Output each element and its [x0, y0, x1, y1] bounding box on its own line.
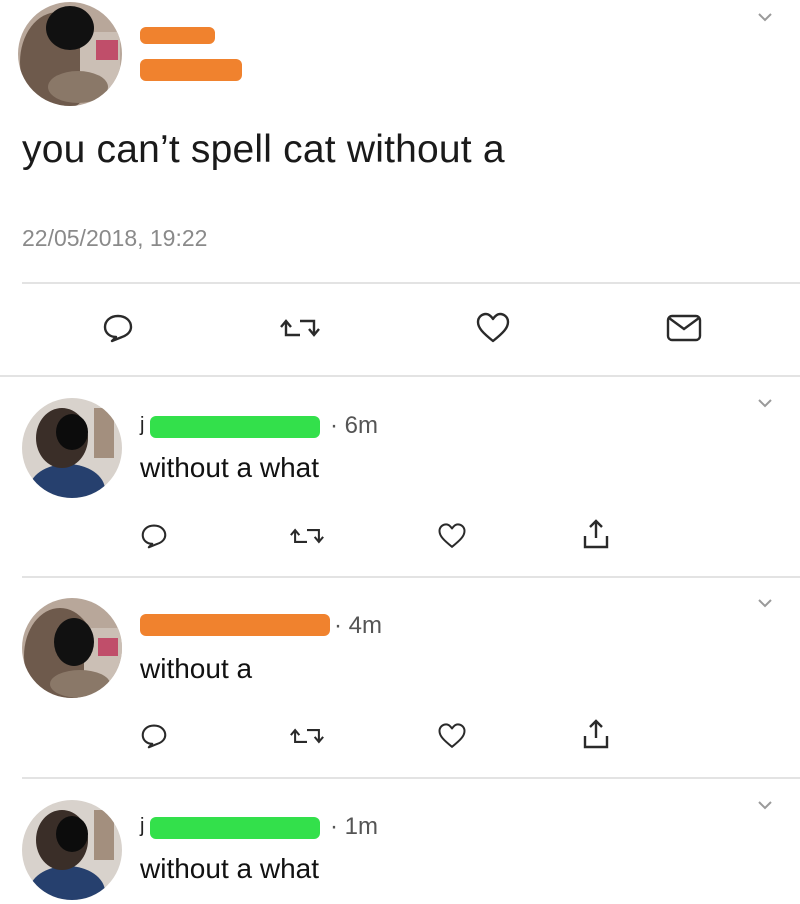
- retweet-icon: [280, 319, 320, 337]
- avatar[interactable]: [18, 2, 122, 106]
- chevron-down-icon[interactable]: [758, 396, 772, 410]
- tweet-timestamp: 22/05/2018, 19:22: [22, 225, 208, 251]
- like-icon: [476, 312, 510, 343]
- redacted-username: [140, 614, 330, 636]
- share-icon: [583, 719, 609, 749]
- like-button[interactable]: [473, 308, 513, 348]
- avatar[interactable]: [22, 398, 122, 498]
- chevron-down-icon[interactable]: [758, 10, 772, 24]
- divider: [0, 375, 800, 377]
- redacted-name: [140, 27, 215, 44]
- retweet-button[interactable]: [287, 516, 327, 556]
- chevron-down-icon[interactable]: [758, 596, 772, 610]
- dm-icon: [666, 314, 702, 342]
- retweet-icon: [290, 528, 324, 544]
- like-button[interactable]: [432, 516, 472, 556]
- tweet-text: you can’t spell cat without a: [22, 128, 505, 171]
- retweet-icon: [290, 728, 324, 744]
- reply-icon: [141, 524, 167, 549]
- reply-icon: [141, 724, 167, 749]
- avatar[interactable]: [22, 800, 122, 900]
- like-icon: [438, 523, 466, 548]
- chevron-down-icon[interactable]: [758, 798, 772, 812]
- retweet-button[interactable]: [287, 716, 327, 756]
- retweet-button[interactable]: [280, 308, 320, 348]
- redacted-username: [150, 817, 320, 839]
- share-icon: [583, 519, 609, 549]
- reply-icon: [103, 314, 133, 343]
- divider: [22, 576, 800, 578]
- reply-text: without a what: [140, 853, 319, 884]
- share-button[interactable]: [576, 714, 616, 754]
- direct-message-button[interactable]: [664, 308, 704, 348]
- divider: [22, 777, 800, 779]
- avatar[interactable]: [22, 598, 122, 698]
- reply-time: · 1m: [330, 813, 378, 840]
- like-button[interactable]: [432, 716, 472, 756]
- redacted-handle: [140, 59, 242, 81]
- like-icon: [438, 723, 466, 748]
- share-button[interactable]: [576, 514, 616, 554]
- reply-button[interactable]: [98, 308, 138, 348]
- reply-time: · 4m: [334, 612, 382, 639]
- reply-button[interactable]: [134, 516, 174, 556]
- reply-text: without a what: [140, 452, 319, 483]
- reply-time: · 6m: [330, 412, 378, 439]
- redacted-username: [150, 416, 320, 438]
- reply-button[interactable]: [134, 716, 174, 756]
- divider: [22, 282, 800, 284]
- reply-text: without a: [140, 653, 253, 684]
